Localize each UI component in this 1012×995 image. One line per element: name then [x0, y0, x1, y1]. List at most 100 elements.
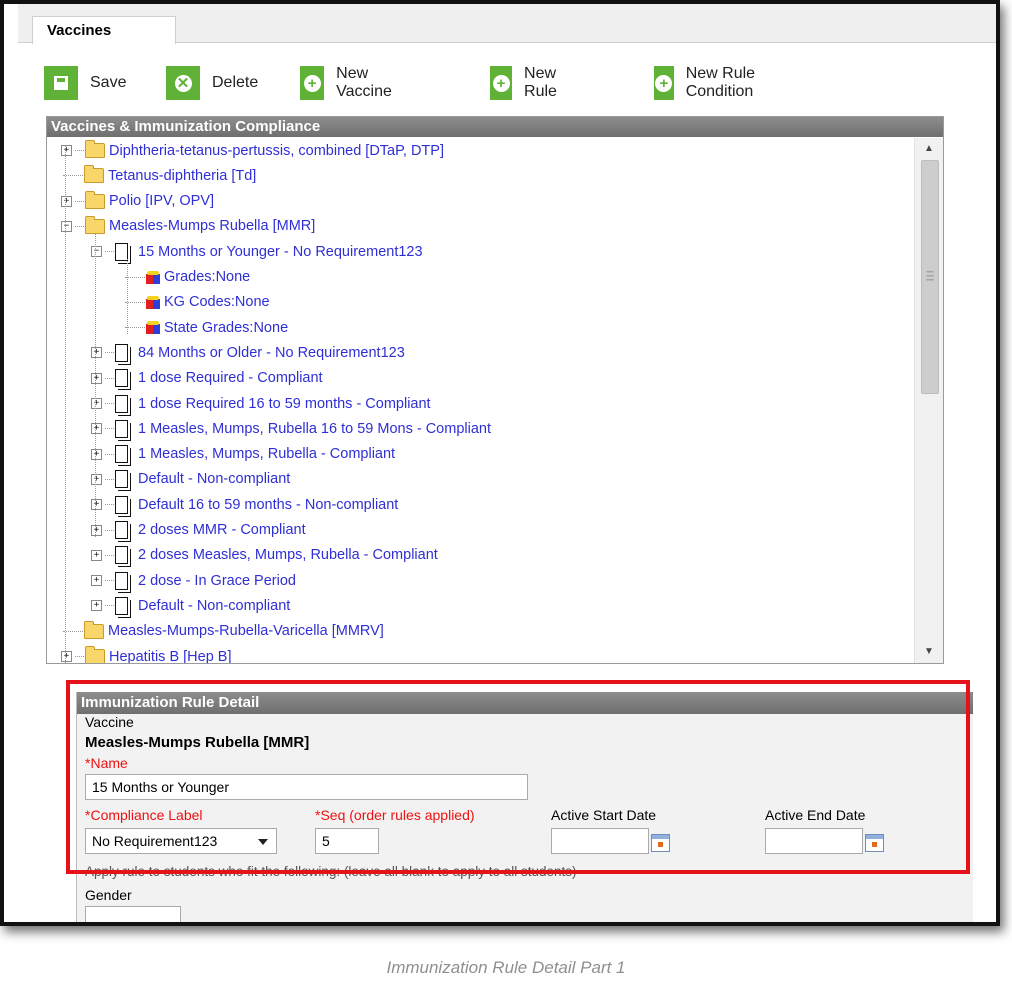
scrollbar-thumb[interactable]: ─ ─ ─ — [921, 160, 939, 394]
expand-icon[interactable]: + — [91, 575, 102, 587]
tree-vaccine-item[interactable]: + Diphtheria-tetanus-pertussis, combined … — [61, 138, 444, 163]
add-icon: + — [300, 66, 325, 100]
tree-rule-item[interactable]: +84 Months or Older - No Requirement123 — [91, 340, 405, 365]
tree-item-label: Hepatitis B [Hep B] — [109, 648, 232, 664]
tree-scrollbar[interactable]: ▲ ─ ─ ─ ▼ — [914, 138, 943, 663]
expand-icon[interactable]: + — [91, 524, 102, 536]
tree-connector — [105, 580, 114, 582]
new-vaccine-button[interactable]: + New Vaccine — [300, 65, 402, 100]
tree-item-label: Default 16 to 59 months - Non-compliant — [138, 496, 399, 513]
tree-condition-item[interactable]: KG Codes:None — [123, 290, 270, 315]
add-icon: + — [490, 66, 513, 100]
gender-label: Gender — [85, 887, 132, 903]
tree-rule-item[interactable]: + Default 16 to 59 months - Non-compliant — [91, 492, 398, 517]
tree-rule-item[interactable]: +2 doses MMR - Compliant — [91, 518, 306, 543]
expand-icon[interactable]: + — [91, 499, 102, 511]
folder-icon — [85, 140, 105, 158]
tree-connector — [75, 656, 84, 657]
expand-icon[interactable]: + — [91, 473, 102, 485]
tree-vaccine-item[interactable]: + Polio [IPV, OPV] — [61, 189, 214, 214]
tree-connector — [105, 478, 114, 480]
expand-icon[interactable]: + — [61, 195, 72, 207]
tab-vaccines[interactable]: Vaccines — [32, 16, 176, 44]
tree-rule-item[interactable]: +1 Measles, Mumps, Rubella 16 to 59 Mons… — [91, 416, 491, 441]
tree-rule-item[interactable]: +2 dose - In Grace Period — [91, 568, 296, 593]
tree-rule-item[interactable]: + Default - Non-compliant — [91, 593, 290, 618]
scroll-down-icon[interactable]: ▼ — [915, 641, 943, 663]
tree-vaccine-item[interactable]: − Measles-Mumps Rubella [MMR] — [61, 214, 315, 239]
tree-item-label: 1 Measles, Mumps, Rubella 16 to 59 Mons … — [138, 420, 491, 437]
document-icon — [115, 571, 128, 590]
document-icon — [115, 419, 128, 438]
tree-panel-header: Vaccines & Immunization Compliance — [47, 117, 943, 137]
folder-icon — [84, 620, 104, 639]
expand-icon[interactable]: + — [91, 372, 102, 384]
new-rule-condition-button[interactable]: + New Rule Condition — [654, 65, 768, 100]
highlight-box — [66, 680, 970, 874]
document-icon — [115, 546, 128, 565]
tree-vaccine-item[interactable]: + Hepatitis B [Hep B] — [61, 644, 232, 663]
expand-icon[interactable]: + — [91, 423, 102, 435]
tree-connector — [105, 529, 114, 531]
folder-icon — [84, 165, 104, 184]
tree-item-label: Diphtheria-tetanus-pertussis, combined [… — [109, 142, 444, 159]
tree-guide-line — [65, 146, 66, 663]
document-icon — [115, 495, 128, 514]
new-vaccine-label: New Vaccine — [336, 65, 392, 100]
tree-rule-item[interactable]: +2 doses Measles, Mumps, Rubella - Compl… — [91, 543, 438, 568]
add-icon: + — [654, 66, 674, 100]
expand-icon[interactable]: + — [91, 347, 102, 359]
delete-button[interactable]: ✕ Delete — [166, 66, 258, 100]
expand-icon[interactable]: + — [91, 600, 102, 612]
tree-item-label: 2 dose - In Grace Period — [138, 572, 296, 589]
expand-icon[interactable]: + — [91, 549, 102, 561]
tree-connector — [125, 301, 145, 303]
tree-condition-item[interactable]: State Grades:None — [123, 315, 288, 340]
tree-item-label: 84 Months or Older - No Requirement123 — [138, 344, 405, 361]
document-icon — [115, 596, 128, 615]
tree-connector — [105, 453, 114, 455]
collapse-icon[interactable]: − — [91, 246, 102, 258]
tree-rule-item[interactable]: +1 Measles, Mumps, Rubella - Compliant — [91, 442, 395, 467]
tree-connector — [75, 225, 84, 227]
tree-vaccine-item[interactable]: Measles-Mumps-Rubella-Varicella [MMRV] — [61, 619, 384, 644]
tree-connector — [105, 251, 114, 253]
new-rule-button[interactable]: + New Rule — [490, 65, 569, 100]
new-rule-condition-label: New Rule Condition — [685, 65, 756, 100]
condition-cube-icon — [146, 270, 160, 284]
expand-icon[interactable]: + — [91, 398, 102, 409]
tree-item-label: Default - Non-compliant — [138, 597, 291, 614]
tree-rule-item[interactable]: − 15 Months or Younger - No Requirement12… — [91, 239, 423, 264]
tree-connector — [75, 200, 84, 202]
document-icon — [115, 445, 128, 464]
tree-rule-item[interactable]: + Default - Non-compliant — [91, 467, 290, 492]
document-icon — [115, 369, 128, 388]
tree-item-label: 15 Months or Younger - No Requirement123 — [138, 243, 423, 260]
tree-connector — [105, 377, 114, 379]
gender-select[interactable] — [85, 906, 181, 922]
scroll-up-icon[interactable]: ▲ — [915, 138, 943, 160]
tree-item-label: Grades:None — [164, 269, 251, 285]
tree-item-label: Tetanus-diphtheria [Td] — [108, 167, 257, 184]
tree-connector — [105, 605, 114, 607]
tree-connector — [105, 403, 114, 404]
folder-icon — [85, 215, 105, 234]
collapse-icon[interactable]: − — [61, 220, 72, 232]
tree-vaccine-item[interactable]: Tetanus-diphtheria [Td] — [61, 163, 256, 188]
expand-icon[interactable]: + — [91, 448, 102, 460]
save-icon — [44, 66, 78, 100]
tree-item-label: Measles-Mumps Rubella [MMR] — [109, 218, 316, 235]
save-button[interactable]: Save — [44, 66, 126, 100]
expand-icon[interactable]: + — [61, 145, 72, 156]
tree-connector — [125, 276, 145, 278]
tree-connector — [105, 504, 114, 506]
tree-connector — [63, 175, 83, 177]
tree-item-label: State Grades:None — [164, 319, 289, 336]
expand-icon[interactable]: + — [61, 651, 72, 662]
tree-connector — [105, 428, 114, 430]
tree-condition-item[interactable]: Grades:None — [123, 265, 250, 290]
tree-item-label: 2 doses MMR - Compliant — [138, 522, 306, 538]
tree-rule-item[interactable]: +1 dose Required 16 to 59 months - Compl… — [91, 391, 431, 416]
document-icon — [115, 521, 128, 539]
tree-rule-item[interactable]: +1 dose Required - Compliant — [91, 366, 323, 391]
